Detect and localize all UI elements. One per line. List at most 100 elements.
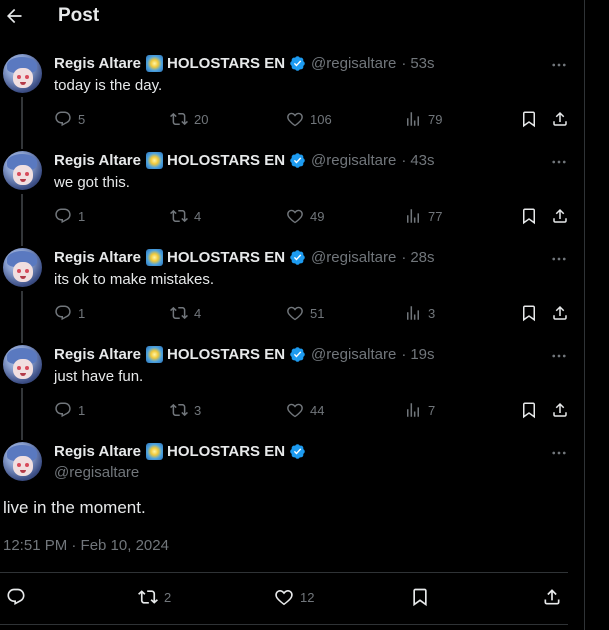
- reply-button[interactable]: [6, 587, 32, 607]
- bookmark-button[interactable]: [520, 304, 538, 322]
- repost-button[interactable]: 4: [170, 207, 201, 225]
- post-time[interactable]: 43s: [410, 152, 434, 169]
- author-name[interactable]: Regis Altare: [54, 443, 141, 460]
- views-count: 79: [428, 111, 443, 127]
- share-button[interactable]: [551, 207, 569, 225]
- like-button[interactable]: 106: [286, 110, 332, 128]
- post-time[interactable]: 53s: [410, 55, 434, 72]
- thread-tweet[interactable]: Regis Altare HOLOSTARS EN @regisaltare · 19s…: [0, 345, 584, 442]
- post-time[interactable]: 19s: [410, 346, 434, 363]
- avatar[interactable]: [3, 151, 42, 190]
- author-org[interactable]: HOLOSTARS EN: [167, 249, 285, 266]
- avatar[interactable]: [3, 345, 42, 384]
- author-name[interactable]: Regis Altare: [54, 249, 141, 266]
- post-header: Regis Altare HOLOSTARS EN @regisaltare · 43s: [54, 152, 435, 169]
- views-chart-icon: [407, 306, 419, 320]
- author-handle[interactable]: @regisaltare: [311, 55, 396, 72]
- sparkle-emoji-icon: [145, 346, 163, 363]
- share-icon: [553, 111, 567, 126]
- author-handle[interactable]: @regisaltare: [311, 249, 396, 266]
- share-button[interactable]: [542, 587, 562, 607]
- bookmark-button[interactable]: [520, 207, 538, 225]
- author-handle[interactable]: @regisaltare: [54, 464, 139, 481]
- like-button[interactable]: 12: [274, 587, 314, 607]
- reply-icon: [55, 305, 71, 321]
- thread-connector-line: [21, 291, 23, 343]
- avatar[interactable]: [3, 54, 42, 93]
- views-button[interactable]: 7: [404, 401, 435, 419]
- views-chart-icon: [407, 209, 419, 223]
- thread-tweet[interactable]: Regis Altare HOLOSTARS EN @regisaltare · 43s…: [0, 151, 584, 248]
- share-button[interactable]: [551, 401, 569, 419]
- like-count: 106: [310, 111, 332, 127]
- views-button[interactable]: 79: [404, 110, 442, 128]
- repost-count: 20: [194, 111, 209, 127]
- post-time[interactable]: 28s: [410, 249, 434, 266]
- like-button[interactable]: 51: [286, 304, 324, 322]
- bookmark-button[interactable]: [410, 587, 430, 607]
- reply-button[interactable]: 1: [54, 401, 85, 419]
- reply-icon: [55, 111, 71, 127]
- views-button[interactable]: 77: [404, 207, 442, 225]
- bookmark-button[interactable]: [520, 110, 538, 128]
- author-org[interactable]: HOLOSTARS EN: [167, 346, 285, 363]
- share-button[interactable]: [551, 110, 569, 128]
- post-actions: 1 3 44 7: [54, 401, 572, 421]
- author-org[interactable]: HOLOSTARS EN: [167, 55, 285, 72]
- post-actions: 1 4 49 77: [54, 207, 572, 227]
- thread-connector-line: [21, 194, 23, 246]
- author-name[interactable]: Regis Altare: [54, 152, 141, 169]
- thread-tweet[interactable]: Regis Altare HOLOSTARS EN @regisaltare · 28s…: [0, 248, 584, 345]
- repost-icon: [170, 112, 188, 126]
- thread-tweet[interactable]: Regis Altare HOLOSTARS EN @regisaltare · 53s…: [0, 54, 584, 151]
- more-icon[interactable]: [550, 56, 568, 74]
- reply-button[interactable]: 1: [54, 304, 85, 322]
- verified-badge-icon: [290, 153, 305, 168]
- repost-button[interactable]: 2: [138, 587, 171, 607]
- author-handle[interactable]: @regisaltare: [311, 152, 396, 169]
- reply-count: 5: [78, 111, 86, 127]
- avatar[interactable]: [3, 442, 42, 481]
- more-icon[interactable]: [550, 250, 568, 268]
- post-actions: 1 4 51 3: [54, 304, 572, 324]
- post-header: Regis Altare HOLOSTARS EN @regisaltare · 28s: [54, 249, 435, 266]
- heart-icon: [287, 209, 303, 224]
- more-icon[interactable]: [550, 347, 568, 365]
- thread: Regis Altare HOLOSTARS EN @regisaltare · 53s…: [0, 54, 584, 442]
- post-text: its ok to make mistakes.: [54, 271, 215, 288]
- reply-button[interactable]: 1: [54, 207, 85, 225]
- share-button[interactable]: [551, 304, 569, 322]
- more-icon[interactable]: [550, 444, 568, 462]
- post-actions: 5 20 106 79: [54, 110, 572, 130]
- post-text: just have fun.: [54, 368, 144, 385]
- post-header: Regis Altare HOLOSTARS EN @regisaltare · 19s: [54, 346, 435, 363]
- repost-button[interactable]: 4: [170, 304, 201, 322]
- author-org[interactable]: HOLOSTARS EN: [167, 152, 285, 169]
- views-count: 3: [428, 305, 436, 321]
- post-text: today is the day.: [54, 77, 163, 94]
- repost-button[interactable]: 20: [170, 110, 208, 128]
- repost-icon: [170, 209, 188, 223]
- author-name[interactable]: Regis Altare: [54, 55, 141, 72]
- more-icon[interactable]: [550, 153, 568, 171]
- like-button[interactable]: 44: [286, 401, 324, 419]
- share-icon: [553, 208, 567, 223]
- like-button[interactable]: 49: [286, 207, 324, 225]
- repost-icon: [170, 403, 188, 417]
- author-name[interactable]: Regis Altare: [54, 346, 141, 363]
- heart-icon: [287, 112, 303, 127]
- repost-button[interactable]: 3: [170, 401, 201, 419]
- bookmark-button[interactable]: [520, 401, 538, 419]
- views-button[interactable]: 3: [404, 304, 435, 322]
- repost-icon: [138, 590, 158, 604]
- author-org[interactable]: HOLOSTARS EN: [167, 443, 285, 460]
- repost-count: 3: [194, 402, 202, 418]
- bookmark-icon: [413, 588, 427, 607]
- author-handle[interactable]: @regisaltare: [311, 346, 396, 363]
- avatar[interactable]: [3, 248, 42, 287]
- page-title: Post: [58, 5, 100, 26]
- repost-count: 2: [164, 589, 172, 605]
- post-timestamp[interactable]: 12:51 PM · Feb 10, 2024: [3, 537, 169, 554]
- arrow-left-icon[interactable]: [4, 6, 24, 26]
- reply-button[interactable]: 5: [54, 110, 85, 128]
